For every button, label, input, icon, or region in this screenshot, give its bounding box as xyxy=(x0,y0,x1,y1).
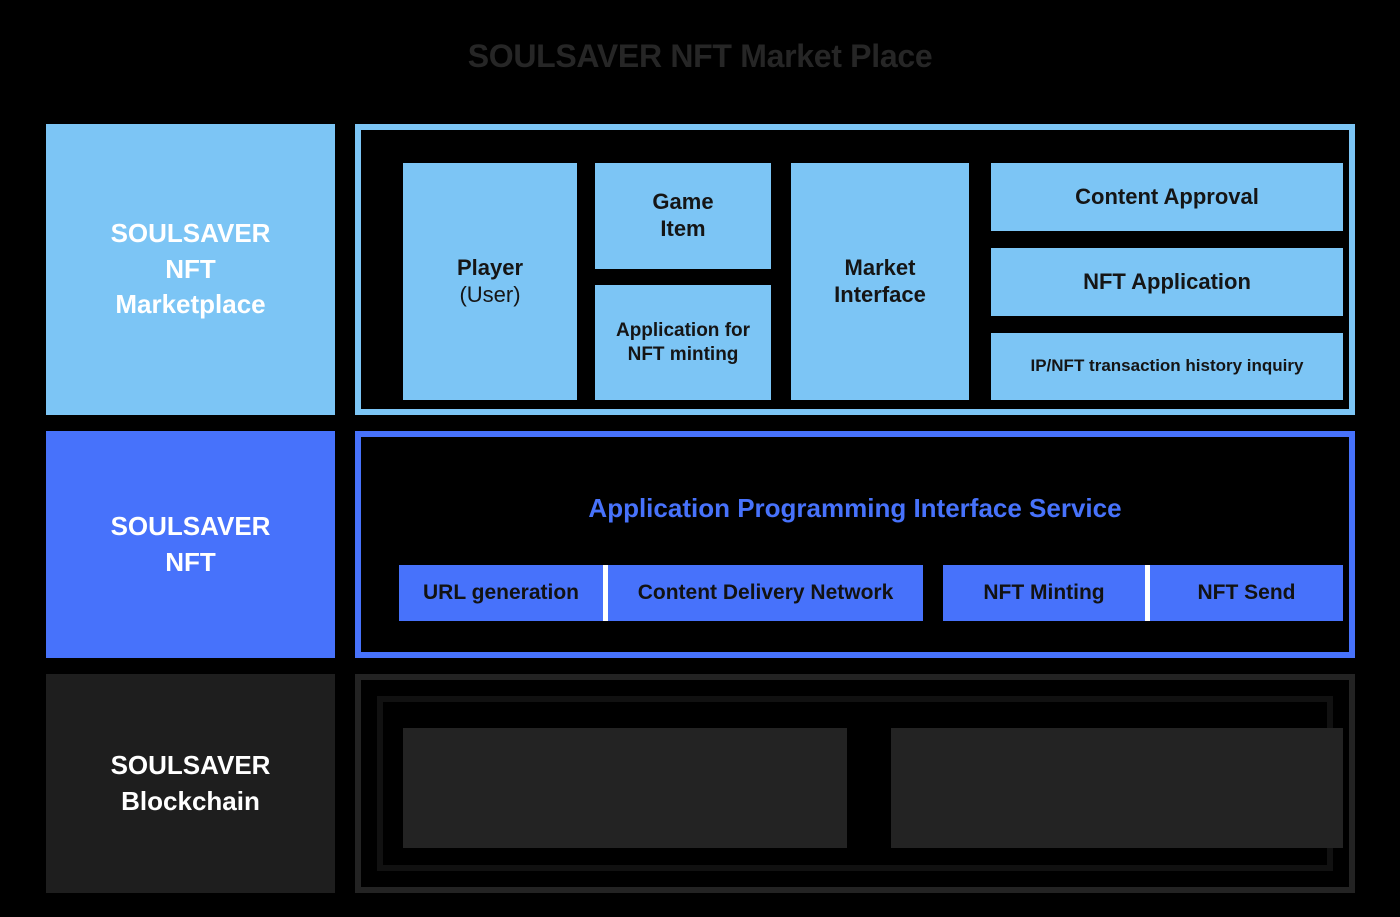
sidebar-item-blockchain: SOULSAVER Blockchain xyxy=(46,674,335,893)
tile-ip-nft-transaction-history-inquiry[interactable]: IP/NFT transaction history inquiry xyxy=(991,333,1343,400)
panel-marketplace-inner: Player (User) Game Item Application for … xyxy=(377,146,1343,400)
sidebar-label-nft-line1: SOULSAVER xyxy=(110,510,271,541)
tile-market-interface[interactable]: Market Interface xyxy=(791,163,969,400)
tile-market-interface-line1: Market xyxy=(844,254,916,280)
row-marketplace: SOULSAVER NFT Marketplace Player (User) … xyxy=(0,124,1400,415)
tile-nft-application-label: NFT Application xyxy=(1083,268,1251,294)
api-cell-url-generation[interactable]: URL generation xyxy=(399,565,603,621)
sidebar-label-nft-line2: NFT xyxy=(165,546,216,577)
api-cell-nft-minting[interactable]: NFT Minting xyxy=(943,565,1145,621)
sidebar-item-nft: SOULSAVER NFT xyxy=(46,431,335,658)
tile-game-item-line1: Game xyxy=(652,189,714,215)
sidebar-label-blockchain-line1: SOULSAVER xyxy=(110,749,271,780)
sidebar-item-marketplace: SOULSAVER NFT Marketplace xyxy=(46,124,335,415)
sidebar-label-marketplace-text: SOULSAVER NFT Marketplace xyxy=(111,216,271,324)
api-group-storage: URL generation Content Delivery Network xyxy=(399,565,923,621)
api-cell-nft-send[interactable]: NFT Send xyxy=(1150,565,1343,621)
api-cell-nft-minting-label: NFT Minting xyxy=(983,581,1105,604)
tile-player[interactable]: Player (User) xyxy=(403,163,577,400)
api-group-nft: NFT Minting NFT Send xyxy=(943,565,1343,621)
tile-player-subtitle: (User) xyxy=(459,281,521,307)
tile-content-approval-label: Content Approval xyxy=(1075,183,1259,209)
tile-blockchain-right[interactable] xyxy=(891,728,1343,848)
sidebar-label-marketplace-line2: NFT xyxy=(165,253,216,284)
api-cell-url-generation-label: URL generation xyxy=(423,581,579,604)
tile-nft-application[interactable]: NFT Application xyxy=(991,248,1343,316)
sidebar-label-marketplace-line1: SOULSAVER xyxy=(110,217,271,248)
tile-app-minting-line1: Application for xyxy=(615,320,751,342)
tile-ip-history-label: IP/NFT transaction history inquiry xyxy=(1030,356,1304,376)
tile-game-item-line2: Item xyxy=(660,216,706,241)
tile-game-item[interactable]: Game Item xyxy=(595,163,771,269)
tile-player-title: Player xyxy=(456,254,524,280)
panel-api-service: Application Programming Interface Servic… xyxy=(355,431,1355,658)
api-cell-content-delivery-network[interactable]: Content Delivery Network xyxy=(608,565,923,621)
row-blockchain: SOULSAVER Blockchain xyxy=(0,674,1400,893)
sidebar-label-blockchain-line2: Blockchain xyxy=(121,785,260,816)
sidebar-label-marketplace-line3: Marketplace xyxy=(115,289,266,320)
panel-blockchain xyxy=(355,674,1355,893)
tile-blockchain-left[interactable] xyxy=(403,728,847,848)
sidebar-label-nft-text: SOULSAVER NFT xyxy=(111,509,271,581)
page-title: SOULSAVER NFT Market Place xyxy=(467,38,933,74)
panel-marketplace: Player (User) Game Item Application for … xyxy=(355,124,1355,415)
api-cell-content-delivery-network-label: Content Delivery Network xyxy=(637,581,894,604)
tile-application-for-nft-minting[interactable]: Application for NFT minting xyxy=(595,285,771,400)
tile-app-minting-line2: NFT minting xyxy=(627,343,739,365)
panel-blockchain-inner xyxy=(377,696,1343,871)
panel-api-service-inner: Application Programming Interface Servic… xyxy=(373,449,1343,640)
sidebar-label-blockchain-text: SOULSAVER Blockchain xyxy=(111,748,271,820)
tile-content-approval[interactable]: Content Approval xyxy=(991,163,1343,231)
api-cell-nft-send-label: NFT Send xyxy=(1197,581,1296,604)
row-nft: SOULSAVER NFT Application Programming In… xyxy=(0,431,1400,658)
api-service-heading: Application Programming Interface Servic… xyxy=(588,493,1122,523)
tile-market-interface-line2: Interface xyxy=(834,281,926,307)
